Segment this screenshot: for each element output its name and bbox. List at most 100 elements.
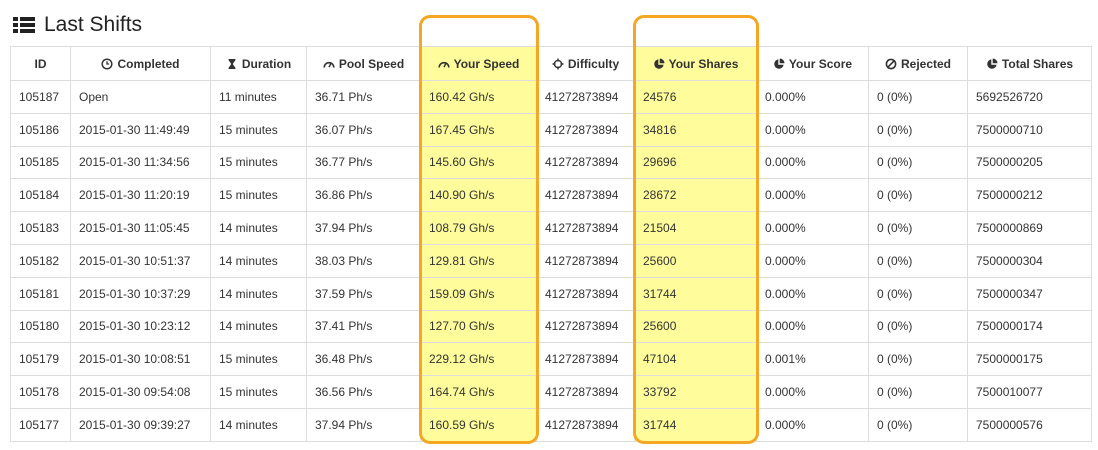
column-header-total-shares[interactable]: Total Shares — [967, 46, 1092, 81]
cell-total-shares: 7500000174 — [967, 309, 1092, 344]
cell-your-speed: 160.59 Gh/s — [420, 407, 537, 442]
list-icon — [13, 16, 35, 34]
cell-completed: 2015-01-30 10:23:12 — [70, 309, 211, 344]
table-row: 105186 2015-01-30 11:49:49 15 minutes 36.07… — [10, 112, 1092, 147]
cell-your-score: 0.000% — [756, 309, 869, 344]
table-row: 105187 Open 11 minutes 36.71 Ph/s 160.42 Gh/… — [10, 80, 1092, 114]
cell-completed: 2015-01-30 11:20:19 — [70, 178, 211, 213]
column-header-your-score[interactable]: Your Score — [756, 46, 869, 81]
cell-duration: 15 minutes — [210, 375, 307, 409]
cell-completed: 2015-01-30 10:51:37 — [70, 243, 211, 278]
cell-rejected: 0 (0%) — [868, 375, 968, 409]
cell-your-score: 0.000% — [756, 407, 869, 442]
column-header-label: Total Shares — [1001, 56, 1074, 71]
cell-total-shares: 7500010077 — [967, 375, 1092, 409]
column-header-rejected[interactable]: Rejected — [868, 46, 968, 81]
cell-id: 105184 — [10, 178, 71, 213]
cell-id: 105185 — [10, 145, 71, 180]
column-header-pool-speed[interactable]: Pool Speed — [306, 46, 421, 81]
column-header-your-shares[interactable]: Your Shares — [634, 46, 757, 81]
cell-id: 105180 — [10, 309, 71, 344]
cell-difficulty: 41272873894 — [536, 407, 635, 442]
column-header-label: Your Shares — [668, 56, 739, 71]
hourglass-icon — [226, 58, 238, 70]
cell-rejected: 0 (0%) — [868, 211, 968, 245]
cell-completed: 2015-01-30 09:54:08 — [70, 375, 211, 409]
cell-your-score: 0.000% — [756, 145, 869, 180]
cell-your-shares: 21504 — [634, 211, 757, 245]
column-header-label: Your Score — [788, 56, 853, 71]
cell-difficulty: 41272873894 — [536, 243, 635, 278]
column-header-duration[interactable]: Duration — [210, 46, 307, 81]
column-header-label: Your Speed — [453, 56, 520, 71]
column-header-label: Completed — [117, 56, 180, 71]
column-header-id[interactable]: ID — [10, 46, 71, 81]
cell-pool-speed: 36.71 Ph/s — [306, 80, 421, 114]
shifts-table: ID Completed Duration Pool Speed Your Speed D… — [10, 46, 1092, 442]
table-row: 105184 2015-01-30 11:20:19 15 minutes 36.86… — [10, 178, 1092, 213]
cell-difficulty: 41272873894 — [536, 145, 635, 180]
cell-id: 105187 — [10, 80, 71, 114]
pie-chart-icon — [986, 58, 998, 70]
cell-pool-speed: 37.41 Ph/s — [306, 309, 421, 344]
column-header-label: Rejected — [900, 56, 952, 71]
table-row: 105181 2015-01-30 10:37:29 14 minutes 37.59… — [10, 276, 1092, 311]
cell-your-shares: 34816 — [634, 112, 757, 147]
pie-chart-icon — [773, 58, 785, 70]
cell-your-speed: 108.79 Gh/s — [420, 211, 537, 245]
cell-difficulty: 41272873894 — [536, 80, 635, 114]
cell-id: 105179 — [10, 342, 71, 377]
table-row: 105180 2015-01-30 10:23:12 14 minutes 37.41… — [10, 309, 1092, 344]
column-header-label: Difficulty — [567, 56, 620, 71]
cell-rejected: 0 (0%) — [868, 178, 968, 213]
cell-pool-speed: 36.07 Ph/s — [306, 112, 421, 147]
table-row: 105182 2015-01-30 10:51:37 14 minutes 38.03… — [10, 243, 1092, 278]
cell-rejected: 0 (0%) — [868, 276, 968, 311]
cell-your-shares: 25600 — [634, 309, 757, 344]
cell-difficulty: 41272873894 — [536, 276, 635, 311]
cell-your-speed: 164.74 Gh/s — [420, 375, 537, 409]
cell-completed: Open — [70, 80, 211, 114]
cell-total-shares: 7500000710 — [967, 112, 1092, 147]
cell-your-speed: 127.70 Gh/s — [420, 309, 537, 344]
table-row: 105177 2015-01-30 09:39:27 14 minutes 37.94… — [10, 407, 1092, 442]
column-header-your-speed[interactable]: Your Speed — [420, 46, 537, 81]
cell-duration: 14 minutes — [210, 211, 307, 245]
cell-your-score: 0.000% — [756, 80, 869, 114]
column-header-completed[interactable]: Completed — [70, 46, 211, 81]
cell-total-shares: 7500000347 — [967, 276, 1092, 311]
cell-completed: 2015-01-30 10:08:51 — [70, 342, 211, 377]
cell-id: 105181 — [10, 276, 71, 311]
cell-id: 105177 — [10, 407, 71, 442]
cell-total-shares: 7500000175 — [967, 342, 1092, 377]
dashboard-icon — [437, 58, 450, 70]
page-title-text: Last Shifts — [44, 13, 143, 36]
table-body: 105187 Open 11 minutes 36.71 Ph/s 160.42 Gh/… — [10, 80, 1092, 442]
cell-difficulty: 41272873894 — [536, 309, 635, 344]
column-header-difficulty[interactable]: Difficulty — [536, 46, 635, 81]
cell-completed: 2015-01-30 11:49:49 — [70, 112, 211, 147]
cell-your-score: 0.000% — [756, 178, 869, 213]
cell-pool-speed: 36.77 Ph/s — [306, 145, 421, 180]
cell-your-shares: 47104 — [634, 342, 757, 377]
cell-completed: 2015-01-30 09:39:27 — [70, 407, 211, 442]
cell-pool-speed: 36.48 Ph/s — [306, 342, 421, 377]
cell-your-shares: 28672 — [634, 178, 757, 213]
cell-rejected: 0 (0%) — [868, 112, 968, 147]
cell-pool-speed: 37.94 Ph/s — [306, 407, 421, 442]
cell-your-shares: 24576 — [634, 80, 757, 114]
cell-rejected: 0 (0%) — [868, 342, 968, 377]
cell-id: 105183 — [10, 211, 71, 245]
last-shifts-page: Last Shifts ID Completed Duration Pool Spee… — [0, 0, 1098, 450]
crosshairs-icon — [552, 58, 564, 70]
table-header-row: ID Completed Duration Pool Speed Your Speed D… — [10, 46, 1092, 81]
cell-your-shares: 25600 — [634, 243, 757, 278]
cell-id: 105182 — [10, 243, 71, 278]
cell-rejected: 0 (0%) — [868, 145, 968, 180]
cell-rejected: 0 (0%) — [868, 243, 968, 278]
cell-your-score: 0.000% — [756, 276, 869, 311]
cell-rejected: 0 (0%) — [868, 309, 968, 344]
cell-difficulty: 41272873894 — [536, 112, 635, 147]
cell-rejected: 0 (0%) — [868, 407, 968, 442]
cell-duration: 14 minutes — [210, 276, 307, 311]
